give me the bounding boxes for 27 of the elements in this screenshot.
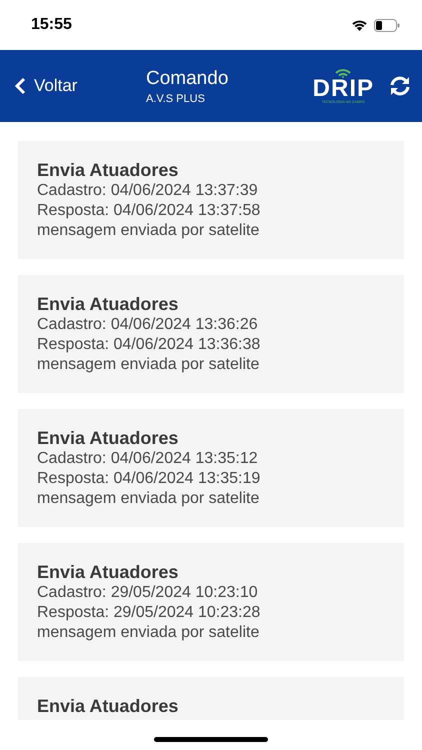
command-detail: Resposta: 04/06/2024 13:35:19 xyxy=(37,469,262,489)
back-button[interactable]: Voltar xyxy=(14,76,146,96)
command-detail: mensagem enviada por satelite xyxy=(37,623,260,643)
command-detail: mensagem enviada por satelite xyxy=(37,489,260,509)
chevron-left-icon xyxy=(14,77,26,95)
status-time: 15:55 xyxy=(31,16,72,34)
command-title: Envia Atuadores xyxy=(37,159,180,181)
command-title: Envia Atuadores xyxy=(37,561,180,583)
command-detail: mensagem enviada por satelite xyxy=(37,355,260,375)
command-detail: Cadastro: 04/06/2024 13:35:12 xyxy=(37,449,259,469)
command-detail: Cadastro: 29/05/2024 10:23:10 xyxy=(37,583,259,603)
battery-icon xyxy=(374,18,400,32)
command-detail: Resposta: 04/06/2024 13:36:38 xyxy=(37,335,262,355)
command-detail: Cadastro: 04/06/2024 13:37:39 xyxy=(37,181,259,201)
logo-text: DRIP xyxy=(312,78,374,100)
refresh-button[interactable] xyxy=(388,74,412,98)
command-title: Envia Atuadores xyxy=(37,695,180,717)
command-detail: Resposta: 04/06/2024 13:37:58 xyxy=(37,201,262,221)
wifi-icon xyxy=(351,19,368,31)
command-detail: mensagem enviada por satelite xyxy=(37,221,260,241)
command-title: Envia Atuadores xyxy=(37,427,180,449)
screen-subtitle: A.V.S PLUS xyxy=(146,92,206,104)
command-title: Envia Atuadores xyxy=(37,293,180,315)
signal-waves-icon xyxy=(333,68,354,78)
command-detail: Resposta: 29/05/2024 10:23:28 xyxy=(37,603,262,623)
command-detail: Cadastro: 04/06/2024 13:36:26 xyxy=(37,315,259,335)
screen-title: Comando xyxy=(146,68,230,90)
